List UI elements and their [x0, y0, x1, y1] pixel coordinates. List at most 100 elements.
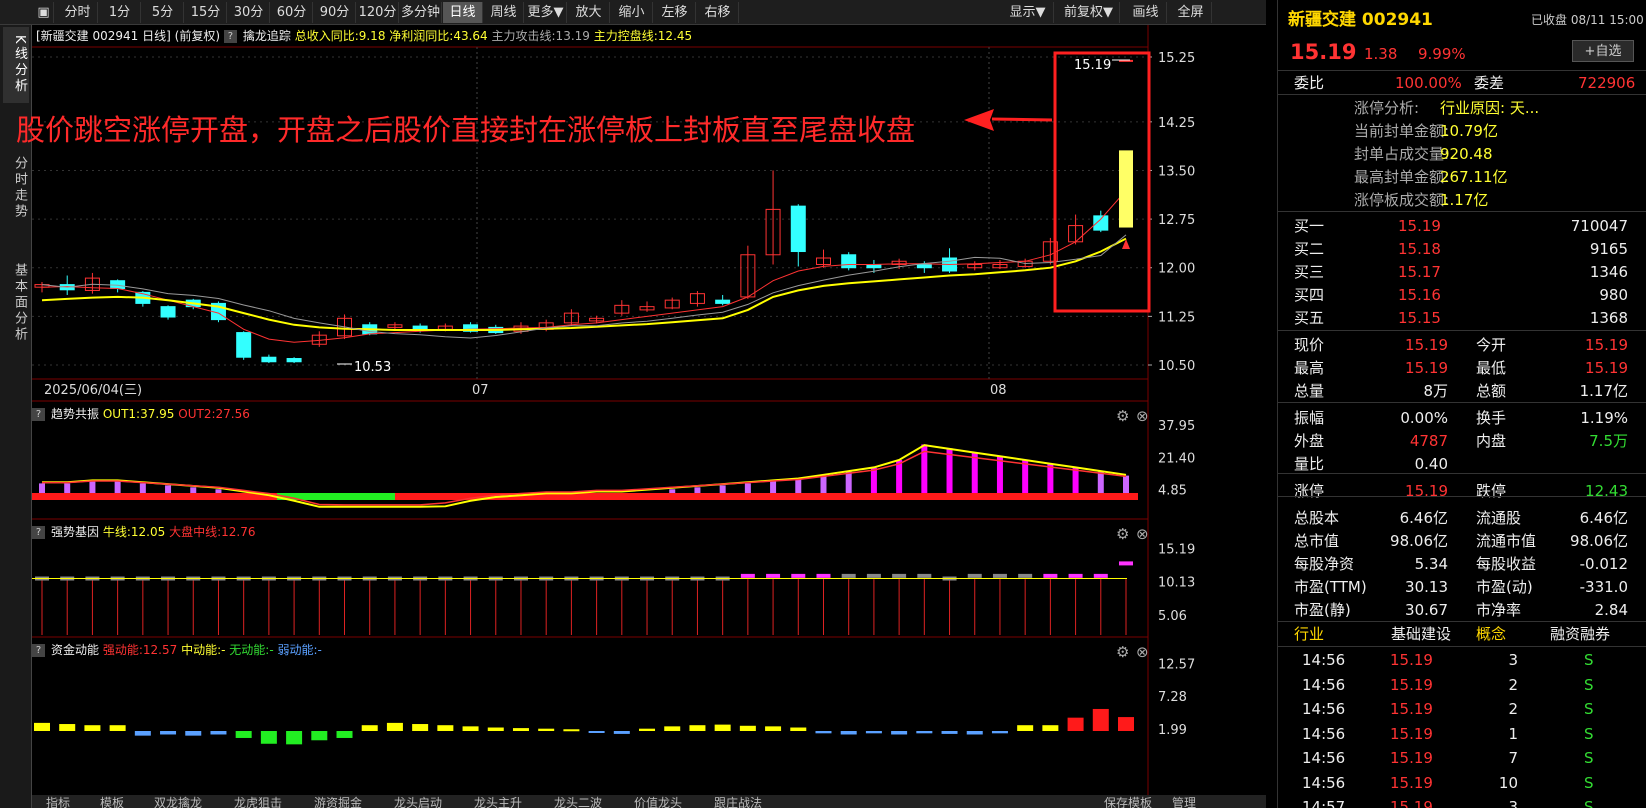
bottom-tab[interactable]: 价值龙头	[634, 795, 682, 808]
panel3-bar	[1067, 717, 1084, 731]
period-tab[interactable]: 缩小	[611, 2, 653, 23]
panel3-bar	[1017, 725, 1034, 731]
close-panel-icon[interactable]: ⊗	[1136, 407, 1149, 425]
panel1-bar	[719, 485, 726, 493]
bottom-tab[interactable]: 跟庄战法	[714, 795, 762, 808]
panel1-name[interactable]: 趋势共振	[51, 407, 99, 421]
period-tab[interactable]: 周线	[484, 2, 524, 23]
panel3-bar	[185, 731, 202, 736]
help-icon[interactable]: ?	[223, 30, 237, 43]
left-tab[interactable]: 分时走势	[3, 143, 29, 233]
limit-info-value: 行业原因: 天...	[1440, 99, 1540, 117]
panel3-bar	[311, 731, 328, 741]
bottom-tab[interactable]: 指标	[46, 795, 70, 808]
tick-side: S	[1584, 749, 1594, 767]
bottom-tab[interactable]: 模板	[100, 795, 124, 808]
period-tab[interactable]: 右移	[697, 2, 739, 23]
add-favorite-button[interactable]: +自选	[1572, 40, 1634, 62]
candle	[715, 299, 731, 304]
period-tab[interactable]: 更多▼	[525, 2, 567, 23]
period-tab[interactable]: 分时	[58, 2, 98, 23]
stat-value: 98.06亿	[1570, 532, 1628, 550]
period-tab[interactable]: 日线	[443, 2, 483, 23]
panel3-bar	[109, 725, 126, 731]
stat-value: 15.19	[1585, 336, 1628, 354]
gear-icon[interactable]: ⚙	[1116, 525, 1129, 543]
tick-volume: 10	[1498, 773, 1518, 792]
left-tab[interactable]: 基本面分析	[3, 253, 29, 353]
attack-line-value: 主力攻击线:13.19	[491, 29, 590, 43]
gear-icon[interactable]: ⚙	[1116, 643, 1129, 661]
panel3-bar	[487, 727, 504, 731]
tick-volume: 3	[1508, 651, 1518, 669]
weicha-value: 722906	[1578, 74, 1636, 92]
period-tab[interactable]: 60分	[271, 2, 313, 23]
candle	[790, 205, 806, 253]
period-tab[interactable]: 1分	[99, 2, 141, 23]
panel2-bar	[1068, 573, 1083, 578]
save-template-button[interactable]: 保存模板	[1104, 795, 1152, 808]
industry-value[interactable]: 基础建设	[1391, 622, 1451, 646]
stat-label: 跌停	[1476, 482, 1507, 500]
toolbar-right-button[interactable]: 画线	[1125, 2, 1167, 23]
stat-value: -331.0	[1579, 578, 1628, 596]
panel3-bar	[134, 731, 151, 736]
limit-info-value: 920.48	[1440, 145, 1493, 163]
tick-volume: 3	[1508, 798, 1518, 808]
toolbar-right-button[interactable]: 前复权▼	[1058, 2, 1120, 23]
bottom-tab[interactable]: 双龙擒龙	[154, 795, 202, 808]
stat-label: 换手	[1476, 409, 1507, 427]
tick-volume: 2	[1508, 675, 1518, 694]
bottom-tab[interactable]: 龙头主升	[474, 795, 522, 808]
stat-label: 总股本	[1294, 509, 1340, 527]
manage-button[interactable]: 管理	[1172, 795, 1196, 808]
panel2-bar	[740, 573, 755, 578]
panel3-bar	[664, 726, 681, 731]
period-tab[interactable]: 5分	[142, 2, 184, 23]
tick-side: S	[1584, 773, 1594, 792]
panel1-bar	[1097, 471, 1104, 493]
panel3-bar	[286, 731, 303, 745]
period-tab[interactable]: 左移	[654, 2, 696, 23]
left-tab[interactable]: K线分析	[3, 27, 29, 103]
period-tab[interactable]: 放大	[568, 2, 610, 23]
stat-label: 市盈(TTM)	[1294, 578, 1367, 596]
collapse-button[interactable]: ▣	[34, 2, 54, 23]
buy-price: 15.19	[1398, 217, 1441, 235]
date-label: 07	[472, 383, 489, 398]
gear-icon[interactable]: ⚙	[1116, 407, 1129, 425]
bottom-tab[interactable]: 龙头二波	[554, 795, 602, 808]
bottom-tab[interactable]: 龙虎狙击	[234, 795, 282, 808]
bottom-tab[interactable]: 龙头启动	[394, 795, 442, 808]
panel2-bar	[816, 573, 831, 578]
help-icon[interactable]: ?	[32, 644, 45, 657]
limit-info-value: 10.79亿	[1440, 122, 1498, 140]
y-axis-label: 11.25	[1158, 310, 1195, 325]
toolbar-right-button[interactable]: 全屏	[1170, 2, 1212, 23]
panel1-bar	[139, 483, 146, 493]
period-tab[interactable]: 30分	[228, 2, 270, 23]
panel3-name[interactable]: 资金动能	[51, 643, 99, 657]
panel1-y-label: 4.85	[1158, 484, 1187, 499]
help-icon[interactable]: ?	[32, 526, 45, 539]
panel1-bar	[870, 467, 877, 493]
toolbar-right-button[interactable]: 显示▼	[1002, 2, 1054, 23]
stat-label: 每股收益	[1476, 555, 1537, 573]
close-panel-icon[interactable]: ⊗	[1136, 643, 1149, 661]
period-tab[interactable]: 多分钟	[400, 2, 442, 23]
panel2-name[interactable]: 强势基因	[51, 525, 99, 539]
panel2-bull: 牛线:12.05	[102, 525, 166, 539]
period-tab[interactable]: 15分	[185, 2, 227, 23]
y-axis-label: 14.25	[1158, 116, 1195, 131]
indicator-name[interactable]: 擒龙追踪	[243, 29, 291, 43]
help-icon[interactable]: ?	[32, 408, 45, 421]
panel3-bar	[588, 731, 605, 733]
stat-value: 2.84	[1594, 601, 1628, 619]
period-tab[interactable]: 120分	[357, 2, 399, 23]
stat-value: 12.43	[1585, 482, 1628, 500]
tick-volume: 7	[1508, 749, 1518, 767]
close-panel-icon[interactable]: ⊗	[1136, 525, 1149, 543]
bottom-tab[interactable]: 游资掘金	[314, 795, 362, 808]
panel1-y-label: 37.95	[1158, 419, 1195, 434]
period-tab[interactable]: 90分	[314, 2, 356, 23]
